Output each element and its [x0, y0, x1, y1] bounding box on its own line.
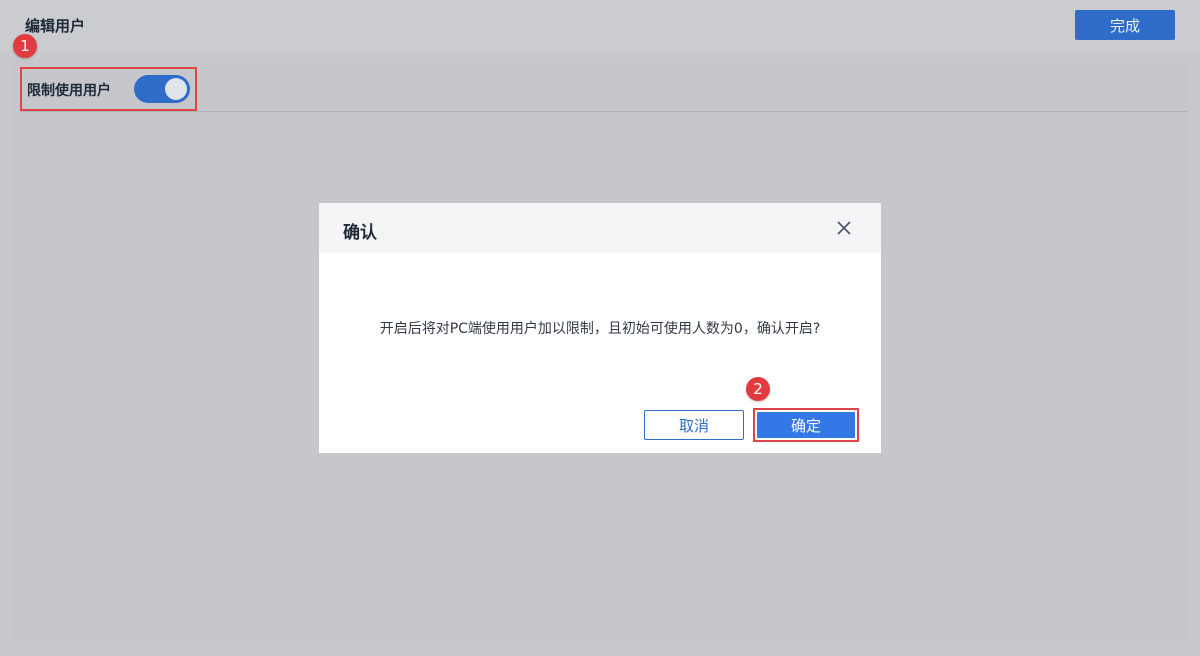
page-title: 编辑用户 [25, 17, 86, 35]
restrict-users-label: 限制使用用户 [27, 83, 111, 99]
cancel-button[interactable]: 取消 [644, 410, 744, 440]
dialog-title: 确认 [343, 223, 377, 243]
restrict-users-toggle[interactable] [134, 75, 190, 103]
ok-button[interactable]: 确定 [757, 412, 855, 438]
close-icon[interactable] [833, 217, 855, 239]
divider [20, 111, 1188, 112]
toggle-knob [165, 78, 187, 100]
step-marker-1: 1 [13, 34, 37, 58]
ok-button-highlight: 确定 [753, 408, 859, 442]
dialog-header: 确认 [319, 203, 881, 253]
confirm-dialog: 确认 开启后将对PC端使用用户加以限制，且初始可使用人数为0，确认开启? 取消 … [319, 203, 881, 453]
step-marker-2: 2 [746, 377, 770, 401]
restrict-users-row: 限制使用用户 [20, 67, 197, 111]
dialog-message: 开启后将对PC端使用用户加以限制，且初始可使用人数为0，确认开启? [379, 321, 821, 337]
top-bar: 编辑用户 完成 [0, 0, 1200, 50]
done-button[interactable]: 完成 [1075, 10, 1175, 40]
